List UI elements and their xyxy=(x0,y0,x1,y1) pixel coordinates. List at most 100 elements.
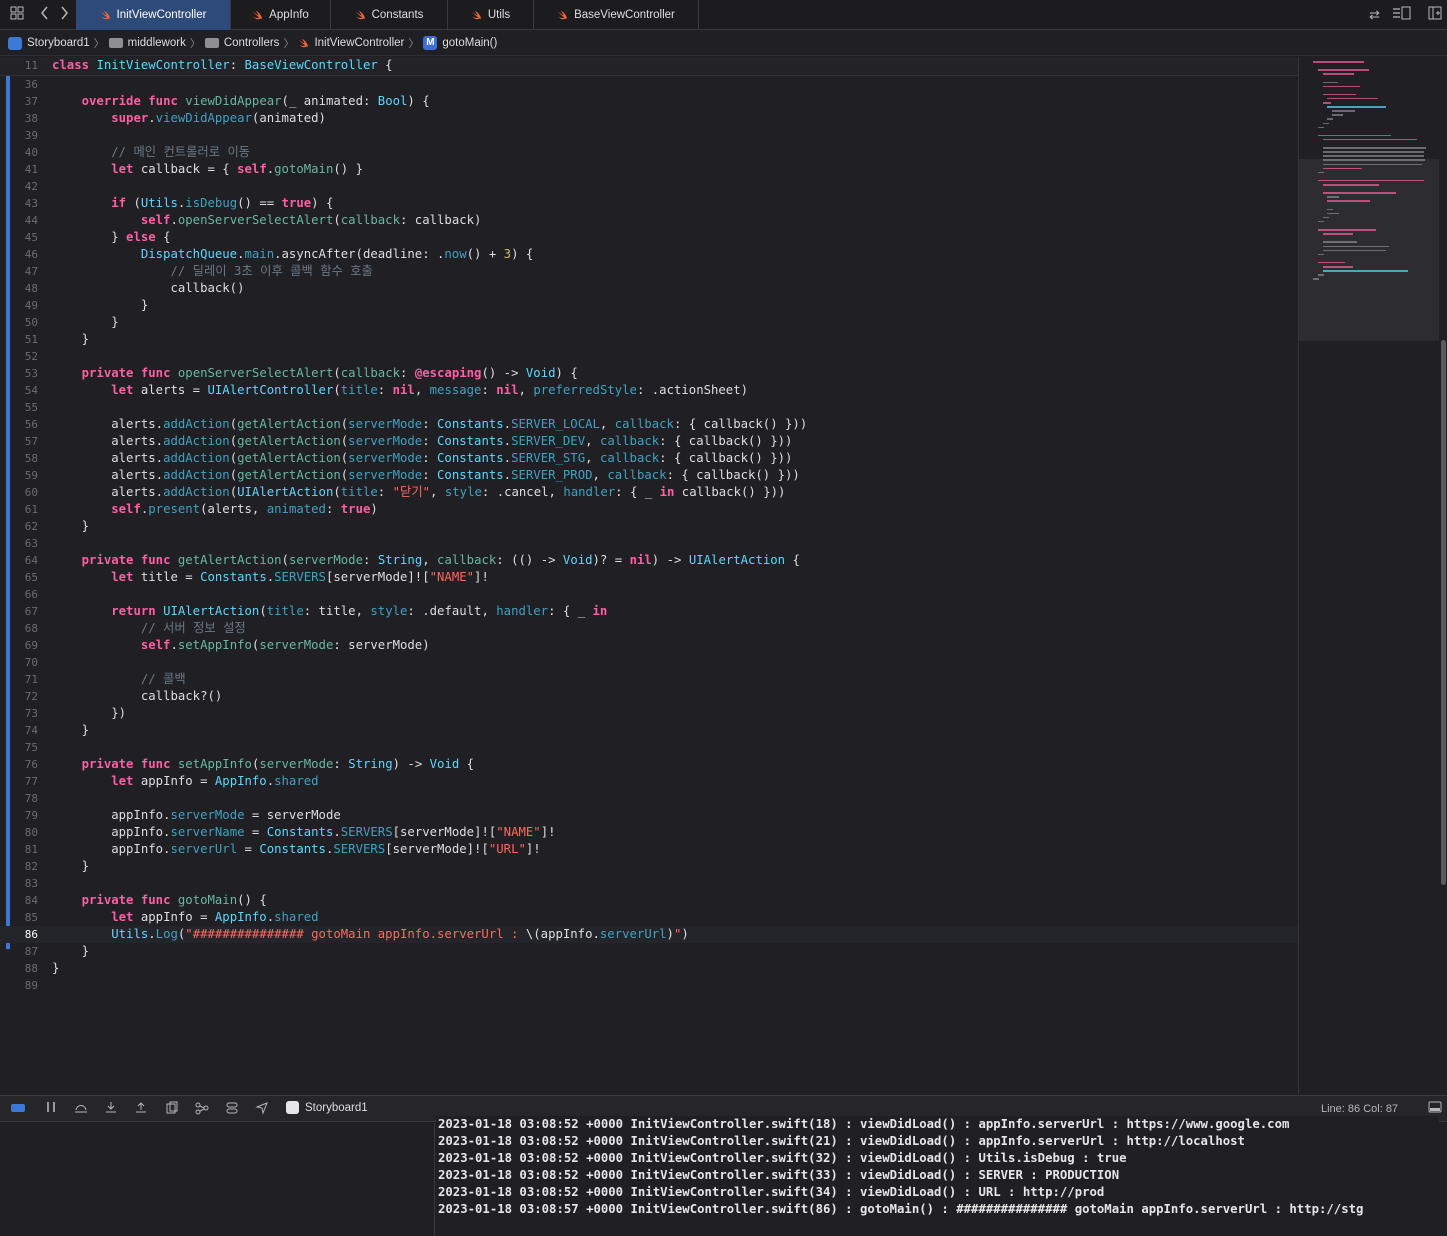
code-line[interactable]: 74 } xyxy=(0,722,1298,739)
line-number[interactable]: 76 xyxy=(0,756,38,773)
line-number[interactable]: 38 xyxy=(0,110,38,127)
code-line[interactable]: 81 appInfo.serverUrl = Constants.SERVERS… xyxy=(0,841,1298,858)
tab-appinfo[interactable]: AppInfo xyxy=(231,0,331,30)
code-line[interactable]: 75 xyxy=(0,739,1298,756)
view-hierarchy-icon[interactable] xyxy=(164,1101,180,1117)
line-number[interactable]: 64 xyxy=(0,552,38,569)
line-number[interactable]: 37 xyxy=(0,93,38,110)
memory-graph-icon[interactable] xyxy=(194,1101,210,1117)
line-number[interactable]: 40 xyxy=(0,144,38,161)
line-number[interactable]: 67 xyxy=(0,603,38,620)
code-line[interactable]: 76 private func setAppInfo(serverMode: S… xyxy=(0,756,1298,773)
line-number[interactable]: 39 xyxy=(0,127,38,144)
code-line[interactable]: 36 xyxy=(0,76,1298,93)
code-line[interactable]: 66 xyxy=(0,586,1298,603)
breadcrumb-item-controllers[interactable]: Controllers xyxy=(204,37,279,49)
code-line[interactable]: 41 let callback = { self.gotoMain() } xyxy=(0,161,1298,178)
line-number[interactable]: 81 xyxy=(0,841,38,858)
breadcrumb-item-method[interactable]: M gotoMain() xyxy=(423,36,497,50)
code-line[interactable]: 38 super.viewDidAppear(animated) xyxy=(0,110,1298,127)
line-number[interactable]: 71 xyxy=(0,671,38,688)
line-number[interactable]: 43 xyxy=(0,195,38,212)
code-editor[interactable]: 11 class InitViewController: BaseViewCont… xyxy=(0,57,1298,1094)
line-number[interactable]: 83 xyxy=(0,875,38,892)
code-line[interactable]: 47 // 딜레이 3초 이후 콜백 함수 호출 xyxy=(0,263,1298,280)
code-line[interactable]: 88} xyxy=(0,960,1298,977)
line-number[interactable]: 11 xyxy=(0,57,38,74)
editor-options-icon[interactable] xyxy=(1392,6,1412,24)
line-number[interactable]: 80 xyxy=(0,824,38,841)
code-line[interactable]: 58 alerts.addAction(getAlertAction(serve… xyxy=(0,450,1298,467)
grid-icon[interactable] xyxy=(8,6,26,24)
code-line[interactable]: 84 private func gotoMain() { xyxy=(0,892,1298,909)
code-line[interactable]: 78 xyxy=(0,790,1298,807)
line-number[interactable]: 63 xyxy=(0,535,38,552)
breadcrumb-item-project[interactable]: Storyboard1 xyxy=(8,36,90,50)
code-line[interactable]: 71 // 콜백 xyxy=(0,671,1298,688)
variables-view[interactable] xyxy=(0,1123,435,1236)
line-number[interactable]: 49 xyxy=(0,297,38,314)
code-line[interactable]: 69 self.setAppInfo(serverMode: serverMod… xyxy=(0,637,1298,654)
line-number[interactable]: 57 xyxy=(0,433,38,450)
code-line[interactable]: 11 class InitViewController: BaseViewCont… xyxy=(0,57,1298,76)
code-line[interactable]: 54 let alerts = UIAlertController(title:… xyxy=(0,382,1298,399)
line-number[interactable]: 82 xyxy=(0,858,38,875)
line-number[interactable]: 36 xyxy=(0,76,38,93)
line-number[interactable]: 48 xyxy=(0,280,38,297)
code-line[interactable]: 39 xyxy=(0,127,1298,144)
code-line[interactable]: 55 xyxy=(0,399,1298,416)
code-line[interactable]: 73 }) xyxy=(0,705,1298,722)
line-number[interactable]: 47 xyxy=(0,263,38,280)
code-line[interactable]: 52 xyxy=(0,348,1298,365)
line-number[interactable]: 85 xyxy=(0,909,38,926)
breadcrumb-item-file[interactable]: InitViewController xyxy=(298,37,404,49)
line-number[interactable]: 70 xyxy=(0,654,38,671)
code-line[interactable]: 65 let title = Constants.SERVERS[serverM… xyxy=(0,569,1298,586)
line-number[interactable]: 50 xyxy=(0,314,38,331)
add-editor-icon[interactable] xyxy=(1428,6,1442,24)
code-line[interactable]: 49 } xyxy=(0,297,1298,314)
line-number[interactable]: 88 xyxy=(0,960,38,977)
code-line[interactable]: 82 } xyxy=(0,858,1298,875)
line-number[interactable]: 41 xyxy=(0,161,38,178)
code-line[interactable]: 83 xyxy=(0,875,1298,892)
line-number[interactable]: 52 xyxy=(0,348,38,365)
tab-constants[interactable]: Constants xyxy=(331,0,448,30)
swap-arrows-icon[interactable]: ⇄ xyxy=(1369,6,1380,24)
line-number[interactable]: 78 xyxy=(0,790,38,807)
code-line[interactable]: 57 alerts.addAction(getAlertAction(serve… xyxy=(0,433,1298,450)
line-number[interactable]: 87 xyxy=(0,943,38,960)
environment-overrides-icon[interactable] xyxy=(224,1101,240,1117)
scrollbar-thumb[interactable] xyxy=(1441,340,1446,885)
line-number[interactable]: 60 xyxy=(0,484,38,501)
code-line[interactable]: 59 alerts.addAction(getAlertAction(serve… xyxy=(0,467,1298,484)
line-number[interactable]: 75 xyxy=(0,739,38,756)
line-number[interactable]: 62 xyxy=(0,518,38,535)
code-line-current[interactable]: 86 Utils.Log("############### gotoMain a… xyxy=(0,926,1298,943)
line-number[interactable]: 84 xyxy=(0,892,38,909)
pause-icon[interactable] xyxy=(43,1101,59,1117)
code-line[interactable]: 64 private func getAlertAction(serverMod… xyxy=(0,552,1298,569)
line-number[interactable]: 45 xyxy=(0,229,38,246)
line-number[interactable]: 56 xyxy=(0,416,38,433)
line-number[interactable]: 77 xyxy=(0,773,38,790)
chevron-right-icon[interactable] xyxy=(55,6,73,24)
code-line[interactable]: 50 } xyxy=(0,314,1298,331)
console-output[interactable]: 2023-01-18 03:08:52 +0000 InitViewContro… xyxy=(436,1116,1439,1236)
code-line[interactable]: 44 self.openServerSelectAlert(callback: … xyxy=(0,212,1298,229)
line-number[interactable]: 42 xyxy=(0,178,38,195)
line-number[interactable]: 65 xyxy=(0,569,38,586)
code-line[interactable]: 43 if (Utils.isDebug() == true) { xyxy=(0,195,1298,212)
code-line[interactable]: 80 appInfo.serverName = Constants.SERVER… xyxy=(0,824,1298,841)
location-arrow-icon[interactable] xyxy=(254,1101,270,1117)
code-line[interactable]: 62 } xyxy=(0,518,1298,535)
code-line[interactable]: 79 appInfo.serverMode = serverMode xyxy=(0,807,1298,824)
line-number[interactable]: 72 xyxy=(0,688,38,705)
code-line[interactable]: 70 xyxy=(0,654,1298,671)
scheme-selector[interactable]: Storyboard1 xyxy=(286,1101,368,1114)
code-line[interactable]: 56 alerts.addAction(getAlertAction(serve… xyxy=(0,416,1298,433)
code-line[interactable]: 45 } else { xyxy=(0,229,1298,246)
step-over-icon[interactable] xyxy=(73,1101,89,1117)
line-number[interactable]: 46 xyxy=(0,246,38,263)
line-number[interactable]: 89 xyxy=(0,977,38,994)
